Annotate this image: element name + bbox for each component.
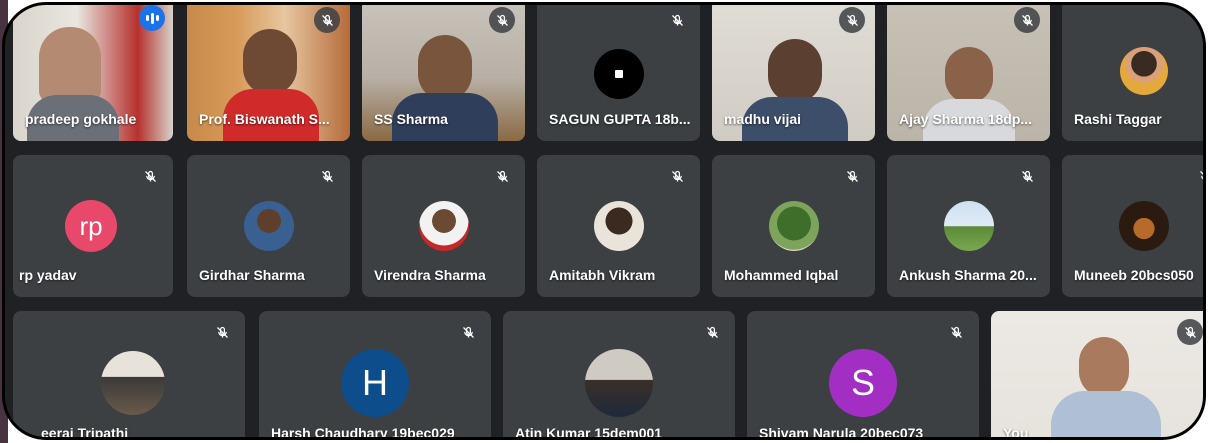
avatar-initials: S bbox=[850, 362, 875, 403]
person-silhouette bbox=[945, 47, 993, 103]
person-shirt bbox=[1051, 391, 1161, 437]
participant-tile[interactable]: Ajay Sharma 18dp... bbox=[887, 5, 1050, 141]
participant-name: Ankush Sharma 20... bbox=[899, 267, 1037, 283]
meeting-grid: pradeep gokhale Prof. Biswanath S... SS … bbox=[2, 2, 1206, 440]
mic-off-icon bbox=[664, 7, 690, 33]
participant-avatar bbox=[943, 201, 994, 251]
participant-name: Virendra Sharma bbox=[374, 267, 486, 283]
participant-name: Girdhar Sharma bbox=[199, 267, 305, 283]
participant-tile[interactable]: Ankush Sharma 20... bbox=[887, 155, 1050, 297]
mic-off-icon bbox=[664, 163, 690, 189]
participant-tile[interactable]: H Harsh Chaudhary 19bec029 bbox=[259, 311, 491, 440]
mic-off-icon bbox=[1192, 163, 1203, 189]
participant-name: pradeep gokhale bbox=[25, 111, 137, 127]
participant-tile[interactable]: You bbox=[991, 311, 1203, 440]
participant-tile[interactable]: Mohammed Iqbal bbox=[712, 155, 875, 297]
mic-off-icon bbox=[455, 319, 481, 345]
participant-avatar bbox=[101, 351, 165, 415]
mic-off-icon bbox=[489, 163, 515, 189]
participant-name: madhu vijai bbox=[724, 111, 802, 127]
participant-avatar: rp bbox=[65, 200, 117, 252]
participant-tile[interactable]: Girdhar Sharma bbox=[187, 155, 350, 297]
participant-name: Muneeb 20bcs050 bbox=[1074, 267, 1194, 283]
participant-avatar bbox=[585, 349, 653, 417]
mic-off-icon bbox=[1177, 319, 1203, 345]
participant-tile[interactable]: SS Sharma bbox=[362, 5, 525, 141]
mic-off-icon bbox=[209, 319, 235, 345]
mic-off-icon bbox=[314, 163, 340, 189]
participant-avatar bbox=[1120, 47, 1168, 95]
participant-tile[interactable]: madhu vijai bbox=[712, 5, 875, 141]
participant-avatar bbox=[243, 201, 294, 251]
participant-tile[interactable]: Prof. Biswanath S... bbox=[187, 5, 350, 141]
participant-avatar bbox=[593, 201, 644, 251]
participant-tile[interactable]: S Shivam Narula 20bec073 bbox=[747, 311, 979, 440]
participant-tile[interactable]: eeraj Tripathi bbox=[13, 311, 245, 440]
participant-avatar bbox=[1119, 201, 1169, 251]
participant-name: eeraj Tripathi bbox=[41, 425, 129, 440]
participant-tile[interactable]: Muneeb 20bcs050 bbox=[1062, 155, 1203, 297]
participant-avatar bbox=[593, 49, 644, 99]
participant-name: SAGUN GUPTA 18b... bbox=[549, 111, 691, 127]
avatar-initials: rp bbox=[79, 210, 103, 241]
person-silhouette bbox=[1079, 337, 1129, 397]
participant-name: Ajay Sharma 18dp... bbox=[899, 111, 1033, 127]
participant-name: Mohammed Iqbal bbox=[724, 267, 839, 283]
mic-off-icon bbox=[137, 163, 163, 189]
participant-name: rp yadav bbox=[19, 267, 77, 283]
participant-name: Atin Kumar 15dem001 bbox=[515, 425, 663, 440]
participant-tile[interactable]: rp rp yadav bbox=[13, 155, 173, 297]
participant-tile[interactable]: SAGUN GUPTA 18b... bbox=[537, 5, 700, 141]
participant-tile[interactable]: Rashi Taggar bbox=[1062, 5, 1203, 141]
participant-tile[interactable]: Virendra Sharma bbox=[362, 155, 525, 297]
person-silhouette bbox=[768, 39, 822, 103]
mic-off-icon bbox=[1014, 7, 1040, 33]
participant-avatar bbox=[418, 201, 469, 251]
mic-off-icon bbox=[1014, 163, 1040, 189]
mic-off-icon bbox=[699, 319, 725, 345]
participant-name: You bbox=[1003, 425, 1029, 440]
mic-off-icon bbox=[839, 7, 865, 33]
participant-avatar bbox=[768, 201, 819, 251]
participant-name: Harsh Chaudhary 19bec029 bbox=[271, 425, 455, 440]
participant-name: Shivam Narula 20bec073 bbox=[759, 425, 924, 440]
mic-off-icon bbox=[314, 7, 340, 33]
person-silhouette bbox=[418, 35, 472, 101]
participant-avatar: S bbox=[829, 349, 897, 417]
participant-name: SS Sharma bbox=[374, 111, 448, 127]
participant-tile[interactable]: Atin Kumar 15dem001 bbox=[503, 311, 735, 440]
participant-name: Prof. Biswanath S... bbox=[199, 111, 330, 127]
speaking-indicator-icon bbox=[139, 5, 165, 31]
person-silhouette bbox=[243, 29, 297, 95]
mic-off-icon bbox=[839, 163, 865, 189]
participant-name: Amitabh Vikram bbox=[549, 267, 656, 283]
participant-name: Rashi Taggar bbox=[1074, 111, 1162, 127]
mic-off-icon bbox=[943, 319, 969, 345]
participant-tile[interactable]: pradeep gokhale bbox=[13, 5, 173, 141]
avatar-initials: H bbox=[362, 362, 388, 403]
person-silhouette bbox=[39, 27, 101, 103]
mic-off-icon bbox=[489, 7, 515, 33]
participant-tile[interactable]: Amitabh Vikram bbox=[537, 155, 700, 297]
participant-avatar: H bbox=[341, 349, 409, 417]
